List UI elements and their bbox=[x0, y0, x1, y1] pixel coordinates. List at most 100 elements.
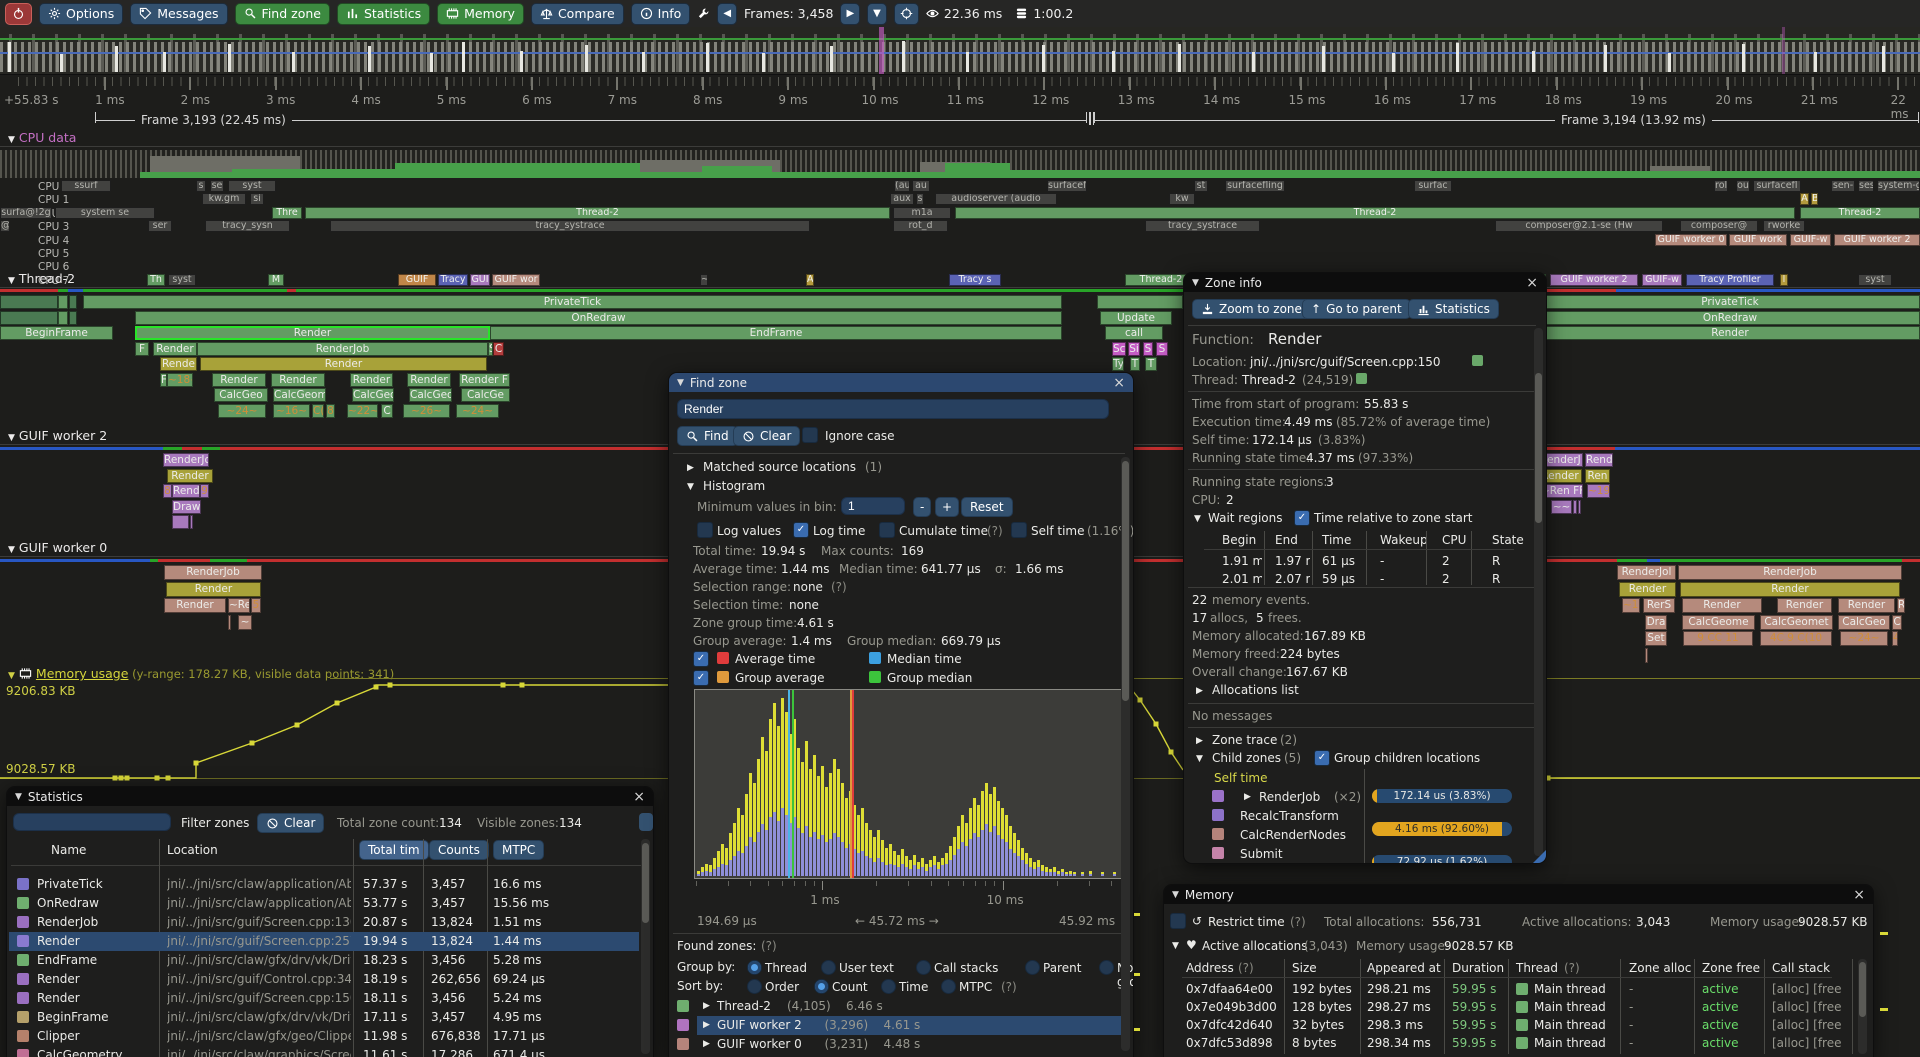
expand-icon[interactable]: ▶ bbox=[1196, 736, 1203, 746]
time-ruler[interactable]: +55.83 s1 ms2 ms3 ms4 ms5 ms6 ms7 ms8 ms… bbox=[0, 74, 1920, 113]
sort-by-option-radio[interactable] bbox=[747, 979, 762, 994]
cpu-zone[interactable]: si bbox=[250, 193, 264, 205]
cpu-zone[interactable]: tracy_systrace bbox=[330, 220, 810, 232]
zone[interactable]: Render bbox=[271, 373, 325, 387]
group-by-option-radio[interactable] bbox=[821, 960, 836, 975]
wrench-icon[interactable] bbox=[697, 7, 710, 20]
cpu-zone[interactable]: tracy_systrace bbox=[1145, 220, 1260, 232]
cpu-zone[interactable]: GUI bbox=[470, 274, 490, 286]
table-row[interactable]: OnRedrawjni/../jni/src/claw/application/… bbox=[7, 894, 653, 913]
legend-checkbox[interactable]: ✓ bbox=[693, 651, 709, 667]
zone[interactable]: Rende bbox=[160, 357, 197, 371]
cpu-zone[interactable]: ses bbox=[1858, 180, 1874, 192]
column-counts-sort[interactable]: Counts bbox=[429, 840, 489, 860]
cpu-zone[interactable]: se bbox=[210, 180, 224, 192]
zone-info-panel-header[interactable]: ▼ Zone info × bbox=[1184, 273, 1546, 292]
allocations-list-label[interactable]: Allocations list bbox=[1212, 683, 1299, 697]
log-values-checkbox[interactable] bbox=[697, 522, 713, 538]
collapse-icon[interactable]: ▼ bbox=[687, 482, 694, 492]
cpu-zone[interactable]: ser bbox=[148, 220, 172, 232]
zone[interactable]: ~18~ bbox=[167, 373, 193, 387]
zone[interactable]: RerS bbox=[1643, 598, 1675, 613]
cpu-zone[interactable]: GUIF work bbox=[1729, 234, 1787, 246]
group-by-option-radio[interactable] bbox=[1099, 960, 1114, 975]
self-time-checkbox[interactable] bbox=[1011, 522, 1027, 538]
zone[interactable]: CalcGeome bbox=[1682, 615, 1755, 630]
cpu-zone[interactable]: m1a bbox=[893, 207, 951, 219]
zone[interactable]: RenderJob bbox=[1678, 565, 1902, 580]
close-icon[interactable]: × bbox=[1853, 889, 1865, 901]
sort-by-option-radio[interactable] bbox=[814, 979, 829, 994]
zone[interactable]: OnRedraw bbox=[1540, 311, 1920, 325]
cpu-zone[interactable]: M bbox=[268, 274, 284, 286]
cumulate-time-checkbox[interactable] bbox=[879, 522, 895, 538]
zone[interactable]: Render bbox=[1619, 582, 1676, 597]
zone[interactable]: BeginFrame bbox=[0, 326, 113, 340]
reset-button[interactable]: Reset bbox=[961, 497, 1013, 517]
zone[interactable]: ~24~ bbox=[456, 404, 499, 418]
cpu-zone[interactable]: Thread-2 bbox=[1800, 207, 1920, 219]
collapse-icon[interactable]: ▼ bbox=[1172, 890, 1179, 900]
cpu-zone[interactable]: surfacef bbox=[1047, 180, 1087, 192]
statistics-panel-header[interactable]: ▼ Statistics × bbox=[7, 787, 653, 806]
cpu-zone[interactable]: Thread-2 bbox=[305, 207, 890, 219]
child-zones-label[interactable]: Child zones bbox=[1212, 751, 1281, 765]
zone[interactable] bbox=[1578, 500, 1581, 514]
find-zone-search-input[interactable] bbox=[677, 399, 1109, 419]
zone[interactable]: 9 bbox=[200, 484, 209, 498]
memory-scrollbar[interactable] bbox=[1858, 959, 1867, 1054]
find-button[interactable]: Find bbox=[677, 426, 738, 446]
group-by-option-radio[interactable] bbox=[1025, 960, 1040, 975]
zone[interactable]: Dra bbox=[1645, 615, 1667, 630]
table-row[interactable]: 0x7dfaa64e00192 bytes298.21 ms59.95 sMai… bbox=[1164, 981, 1864, 999]
toolbar-info-button[interactable]: Info bbox=[631, 3, 691, 25]
cpu-zone[interactable]: au bbox=[912, 180, 930, 192]
cpu-zone[interactable]: composer@ bbox=[1680, 220, 1758, 232]
cpu-zone[interactable]: @ bbox=[0, 220, 10, 232]
zone[interactable]: Render bbox=[200, 357, 487, 371]
expand-icon[interactable]: ▶ bbox=[1244, 792, 1251, 802]
guif-worker-0-header[interactable]: ▼GUIF worker 0 bbox=[8, 540, 107, 555]
source-color-swatch[interactable] bbox=[1472, 355, 1483, 366]
table-row[interactable]: PrivateTickjni/../jni/src/claw/applicati… bbox=[7, 875, 653, 894]
zone[interactable]: PrivateTick bbox=[1540, 295, 1920, 309]
zone[interactable] bbox=[228, 615, 231, 630]
histogram-plot[interactable] bbox=[694, 689, 1124, 879]
cpu-zone[interactable]: audioserver (audio bbox=[935, 193, 1057, 205]
toolbar-compare-button[interactable]: Compare bbox=[531, 3, 624, 25]
zone[interactable]: Render F bbox=[459, 373, 510, 387]
zone[interactable]: CalcGeo bbox=[214, 388, 268, 402]
table-row[interactable]: Renderjni/../jni/src/guif/Screen.cpp:257… bbox=[7, 932, 653, 951]
zone[interactable]: ~26~ bbox=[403, 404, 450, 418]
zone[interactable]: ~24~ bbox=[218, 404, 266, 418]
collapse-icon[interactable]: ▼ bbox=[8, 276, 15, 286]
scrollbar-thumb[interactable] bbox=[1859, 962, 1866, 1017]
cpu-zone[interactable]: composer@2.1-se (Hw bbox=[1495, 220, 1663, 232]
collapse-icon[interactable]: ▼ bbox=[8, 545, 15, 555]
zone[interactable]: CalcGeoi bbox=[352, 388, 394, 402]
collapse-icon[interactable]: ▼ bbox=[8, 433, 15, 443]
frame-overview-strip[interactable] bbox=[0, 27, 1920, 74]
table-row[interactable]: Renderjni/../jni/src/guif/Screen.cpp:150… bbox=[7, 989, 653, 1008]
zone[interactable] bbox=[58, 311, 68, 325]
zone[interactable]: RenderJob bbox=[164, 565, 262, 580]
focus-frame-button[interactable] bbox=[894, 3, 919, 25]
zone[interactable]: Render bbox=[407, 373, 451, 387]
zone[interactable]: Sc bbox=[1112, 342, 1126, 356]
table-row[interactable]: Clipperjni/../jni/src/claw/gfx/geo/Clipp… bbox=[7, 1027, 653, 1046]
cpu-zone[interactable]: A bbox=[806, 274, 814, 286]
expand-icon[interactable]: ▶ bbox=[703, 1020, 710, 1030]
toolbar-statistics-button[interactable]: Statistics bbox=[337, 3, 430, 25]
zone[interactable]: T bbox=[1145, 357, 1157, 371]
column-mtpc-sort[interactable]: MTPC bbox=[493, 840, 544, 860]
cpu-zone[interactable]: kw.gm bbox=[202, 193, 246, 205]
collapse-icon[interactable]: ▼ bbox=[677, 378, 684, 388]
zoom-to-zone-button[interactable]: Zoom to zone bbox=[1192, 299, 1311, 319]
zone[interactable]: call bbox=[1105, 326, 1163, 340]
power-button[interactable] bbox=[5, 3, 32, 25]
next-frame-button[interactable]: ▶ bbox=[840, 3, 860, 25]
scrollbar-thumb[interactable] bbox=[1535, 373, 1542, 523]
cpu-zone[interactable]: syst bbox=[1858, 274, 1892, 286]
zone[interactable]: ~ bbox=[238, 615, 252, 630]
cpu-zone[interactable]: ~ bbox=[700, 274, 708, 286]
